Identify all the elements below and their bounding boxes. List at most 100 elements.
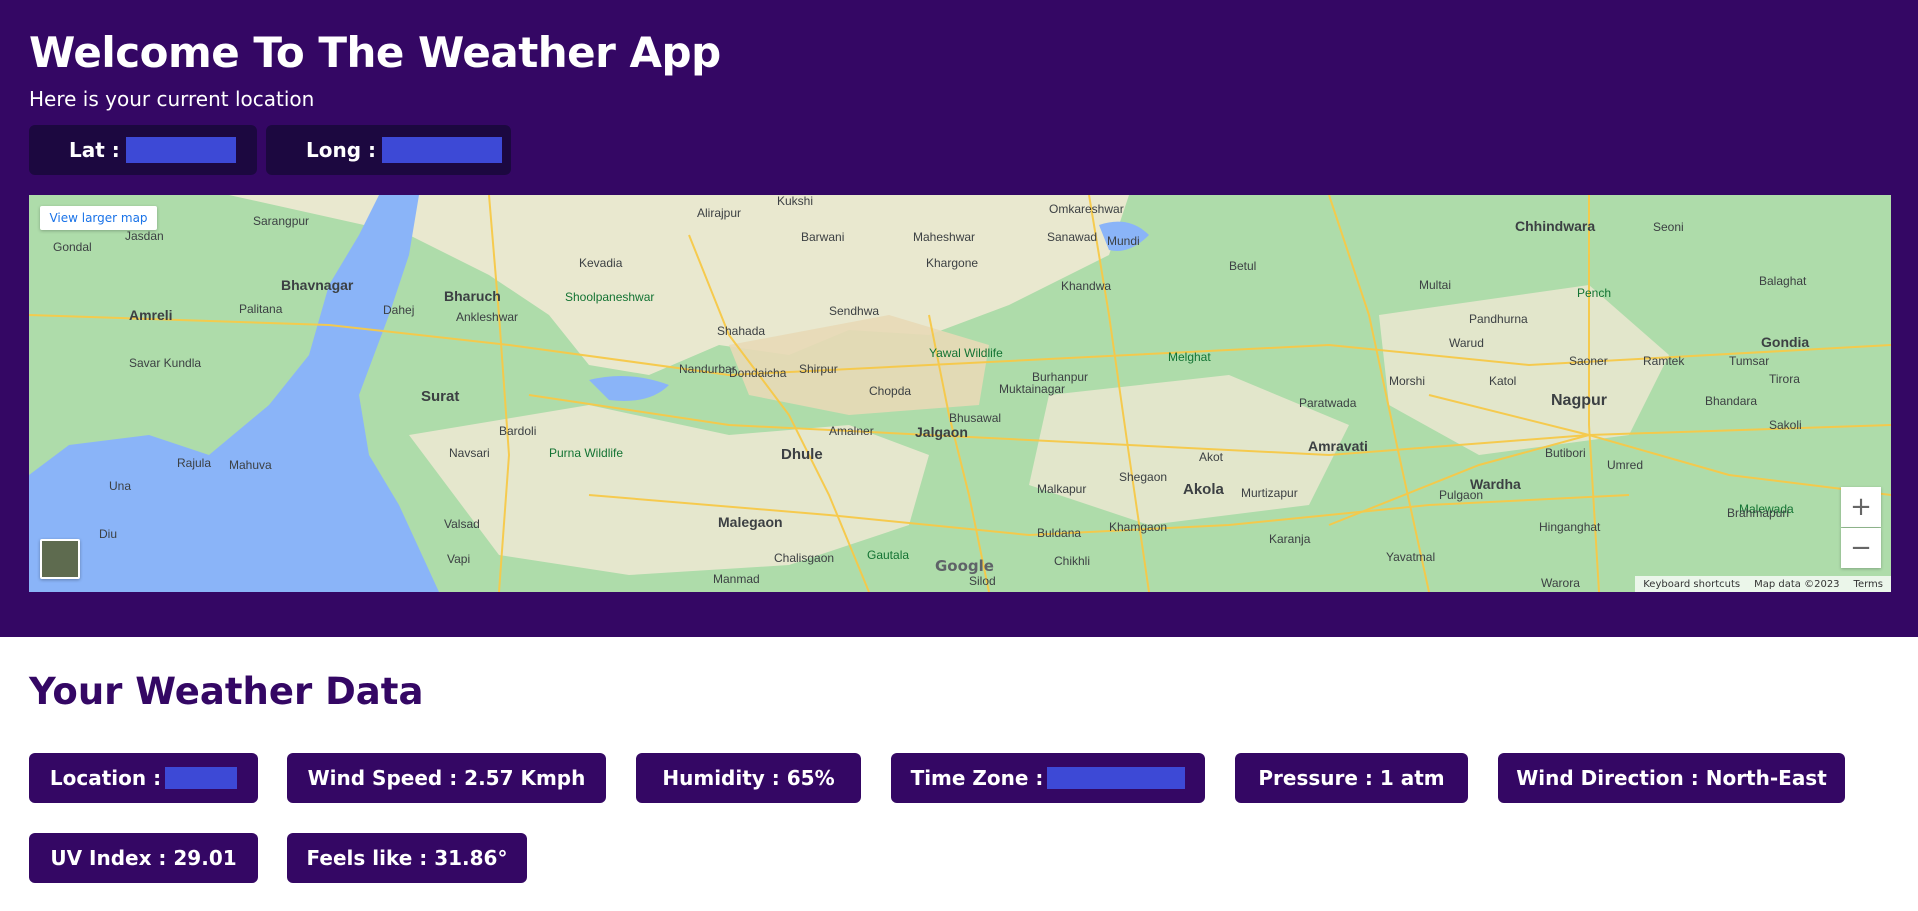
map-canvas[interactable]: Amreli Bhavnagar Bharuch Surat Dhule Jal…: [29, 195, 1891, 592]
svg-text:Chhindwara: Chhindwara: [1515, 218, 1595, 234]
svg-text:Palitana: Palitana: [239, 302, 283, 316]
svg-text:Tirora: Tirora: [1769, 372, 1800, 386]
location-chip: Location :: [29, 753, 258, 803]
weather-section-title: Your Weather Data: [29, 670, 424, 713]
zoom-in-button[interactable]: +: [1841, 487, 1881, 527]
svg-text:Maheshwar: Maheshwar: [913, 230, 975, 244]
svg-text:Hinganghat: Hinganghat: [1539, 520, 1601, 534]
svg-text:Buldana: Buldana: [1037, 526, 1081, 540]
svg-text:Silod: Silod: [969, 574, 996, 588]
svg-text:Warora: Warora: [1541, 576, 1580, 590]
humidity-chip: Humidity : 65%: [636, 753, 861, 803]
svg-text:Bhavnagar: Bhavnagar: [281, 277, 354, 293]
svg-text:Ankleshwar: Ankleshwar: [456, 310, 518, 324]
svg-text:Murtizapur: Murtizapur: [1241, 486, 1298, 500]
svg-text:Warud: Warud: [1449, 336, 1484, 350]
svg-text:Rajula: Rajula: [177, 456, 211, 470]
svg-text:Bhusawal: Bhusawal: [949, 411, 1001, 425]
svg-text:Muktainagar: Muktainagar: [999, 382, 1065, 396]
svg-text:Chikhli: Chikhli: [1054, 554, 1090, 568]
location-map[interactable]: Amreli Bhavnagar Bharuch Surat Dhule Jal…: [29, 195, 1891, 592]
svg-text:Pandhurna: Pandhurna: [1469, 312, 1528, 326]
svg-text:Seoni: Seoni: [1653, 220, 1684, 234]
svg-text:Bhandara: Bhandara: [1705, 394, 1757, 408]
svg-text:Gondia: Gondia: [1761, 334, 1809, 350]
svg-text:Savar Kundla: Savar Kundla: [129, 356, 201, 370]
svg-text:Khandwa: Khandwa: [1061, 279, 1111, 293]
svg-text:Saoner: Saoner: [1569, 354, 1608, 368]
svg-text:Vapi: Vapi: [447, 552, 470, 566]
svg-text:Manmad: Manmad: [713, 572, 760, 586]
svg-text:Dondaicha: Dondaicha: [729, 366, 787, 380]
svg-text:Gautala: Gautala: [867, 548, 909, 562]
latitude-value-redacted: [125, 137, 236, 163]
time-zone-value-redacted: [1047, 767, 1186, 789]
wind-direction-chip: Wind Direction : North-East: [1498, 753, 1845, 803]
svg-text:Jalgaon: Jalgaon: [915, 424, 968, 440]
svg-text:Dahej: Dahej: [383, 303, 414, 317]
svg-text:Omkareshwar: Omkareshwar: [1049, 202, 1124, 216]
pressure-chip: Pressure : 1 atm: [1235, 753, 1468, 803]
svg-text:Nandurbar: Nandurbar: [679, 362, 736, 376]
page-title: Welcome To The Weather App: [29, 28, 721, 77]
svg-text:Surat: Surat: [421, 388, 459, 405]
zoom-out-button[interactable]: −: [1841, 528, 1881, 568]
svg-text:Barwani: Barwani: [801, 230, 844, 244]
svg-text:Alirajpur: Alirajpur: [697, 206, 741, 220]
svg-text:Chalisgaon: Chalisgaon: [774, 551, 834, 565]
svg-text:Malkapur: Malkapur: [1037, 482, 1086, 496]
svg-text:Khamgaon: Khamgaon: [1109, 520, 1167, 534]
svg-text:Valsad: Valsad: [444, 517, 480, 531]
svg-text:Butibori: Butibori: [1545, 446, 1586, 460]
longitude-value-redacted: [382, 137, 502, 163]
svg-text:Sakoli: Sakoli: [1769, 418, 1802, 432]
svg-text:Bardoli: Bardoli: [499, 424, 536, 438]
latitude-box: Lat :: [29, 125, 257, 175]
location-subtitle: Here is your current location: [29, 87, 315, 111]
svg-text:Shirpur: Shirpur: [799, 362, 838, 376]
svg-text:Yawal Wildlife: Yawal Wildlife: [929, 346, 1003, 360]
google-logo: Google: [935, 557, 994, 575]
svg-text:Pulgaon: Pulgaon: [1439, 488, 1483, 502]
svg-text:Dhule: Dhule: [781, 446, 823, 463]
svg-text:Shegaon: Shegaon: [1119, 470, 1167, 484]
latitude-label: Lat :: [69, 138, 120, 162]
svg-text:Sarangpur: Sarangpur: [253, 214, 309, 228]
svg-text:Navsari: Navsari: [449, 446, 490, 460]
svg-text:Gondal: Gondal: [53, 240, 92, 254]
map-data-credit: Map data ©2023: [1754, 578, 1840, 590]
svg-text:Malegaon: Malegaon: [718, 514, 783, 530]
time-zone-chip: Time Zone :: [891, 753, 1205, 803]
svg-text:Sanawad: Sanawad: [1047, 230, 1097, 244]
svg-text:Multai: Multai: [1419, 278, 1451, 292]
longitude-box: Long :: [266, 125, 511, 175]
svg-text:Yavatmal: Yavatmal: [1386, 550, 1435, 564]
svg-text:Amreli: Amreli: [129, 307, 173, 323]
map-attribution-bar: Keyboard shortcuts Map data ©2023 Terms: [1635, 576, 1891, 592]
svg-text:Morshi: Morshi: [1389, 374, 1425, 388]
svg-text:Pench: Pench: [1577, 286, 1611, 300]
svg-text:Bharuch: Bharuch: [444, 288, 501, 304]
svg-text:Shahada: Shahada: [717, 324, 765, 338]
svg-text:Khargone: Khargone: [926, 256, 978, 270]
location-label: Location :: [49, 766, 162, 790]
terms-link[interactable]: Terms: [1854, 579, 1883, 590]
svg-text:Ramtek: Ramtek: [1643, 354, 1685, 368]
longitude-label: Long :: [306, 138, 376, 162]
satellite-toggle[interactable]: [40, 539, 80, 579]
view-larger-map-button[interactable]: View larger map: [40, 206, 157, 230]
svg-text:Diu: Diu: [99, 527, 117, 541]
location-value-redacted: [165, 767, 238, 789]
svg-text:Betul: Betul: [1229, 259, 1256, 273]
keyboard-shortcuts-link[interactable]: Keyboard shortcuts: [1643, 579, 1740, 590]
svg-text:Mahuva: Mahuva: [229, 458, 272, 472]
svg-text:Brahmapuri: Brahmapuri: [1727, 506, 1789, 520]
svg-text:Jasdan: Jasdan: [125, 229, 164, 243]
svg-text:Akola: Akola: [1183, 481, 1225, 498]
svg-text:Shoolpaneshwar: Shoolpaneshwar: [565, 290, 654, 304]
svg-text:Umred: Umred: [1607, 458, 1643, 472]
svg-text:Amalner: Amalner: [829, 424, 874, 438]
svg-text:Melghat: Melghat: [1168, 350, 1211, 364]
svg-text:Una: Una: [109, 479, 131, 493]
svg-text:Sendhwa: Sendhwa: [829, 304, 879, 318]
